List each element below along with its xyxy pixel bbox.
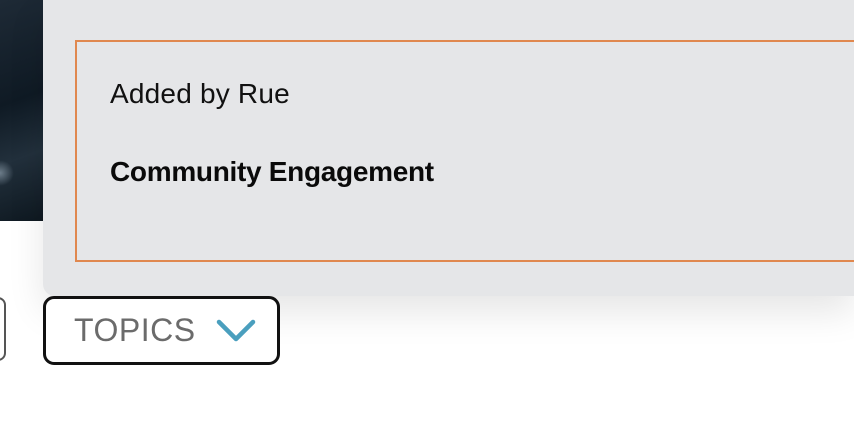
resource-tag-title: Community Engagement xyxy=(110,156,434,187)
topics-label: TOPICS xyxy=(74,312,196,348)
background-photo xyxy=(0,0,43,221)
previous-filter-button[interactable] xyxy=(0,297,6,361)
chevron-down-icon xyxy=(216,319,255,341)
resource-info-box[interactable]: Added by Rue Community Engagement xyxy=(75,40,854,262)
photo-highlight xyxy=(0,160,14,186)
topics-filter-button[interactable]: TOPICS xyxy=(43,296,280,365)
added-by-text: Added by Rue xyxy=(110,78,290,109)
